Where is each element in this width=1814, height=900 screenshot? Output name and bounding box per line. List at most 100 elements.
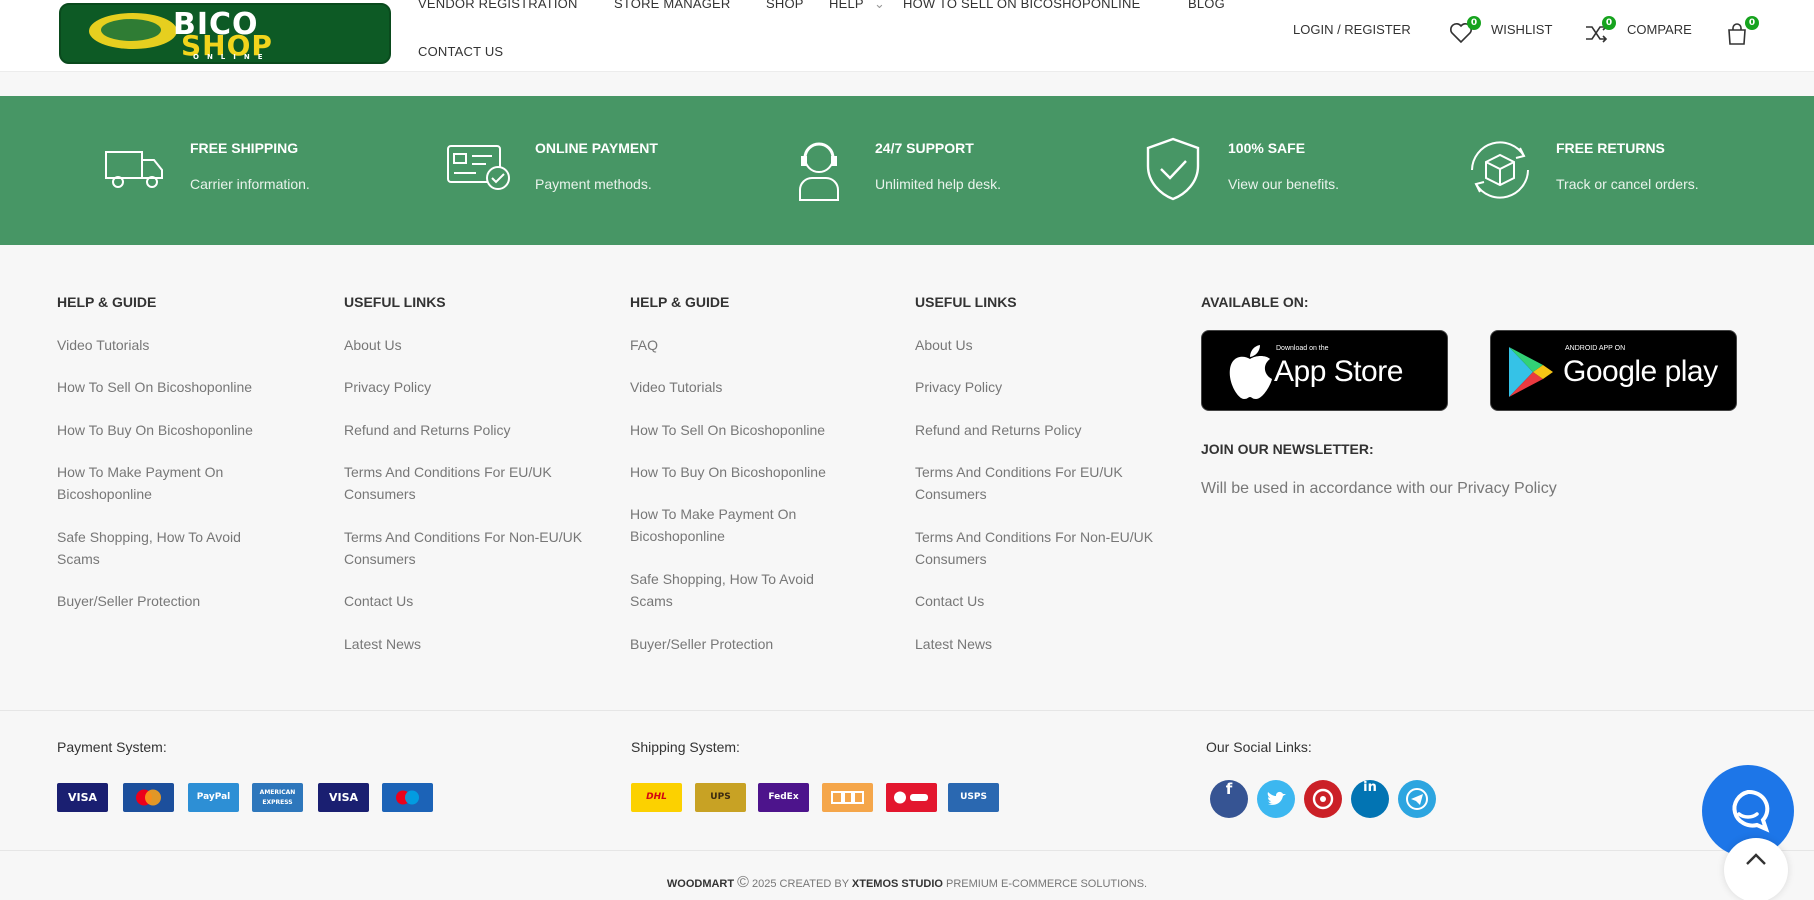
- footer-link[interactable]: About Us: [915, 334, 1165, 356]
- twitter-icon[interactable]: [1257, 780, 1295, 818]
- linkedin-icon[interactable]: in: [1351, 780, 1389, 818]
- copyright-divider: [0, 850, 1814, 851]
- footer-link[interactable]: Terms And Conditions For EU/UK Consumers: [344, 461, 594, 505]
- copyright-symbol: ©: [737, 874, 749, 891]
- column-title-help-guide-2: HELP & GUIDE: [630, 294, 730, 310]
- feature-online-payment[interactable]: ONLINE PAYMENT Payment methods.: [360, 96, 710, 245]
- dhl-icon: DHL: [631, 783, 682, 812]
- feature-title: 100% SAFE: [1228, 140, 1306, 156]
- site-logo[interactable]: BICO SHOP ONLINE: [59, 3, 391, 64]
- app-store-small-text: Download on the: [1276, 345, 1329, 352]
- compare-count-badge: 0: [1602, 16, 1616, 30]
- nav-contact-us[interactable]: CONTACT US: [418, 44, 503, 59]
- feature-free-shipping[interactable]: FREE SHIPPING Carrier information.: [0, 96, 360, 245]
- support-agent-icon: [799, 142, 839, 201]
- footer-link[interactable]: Terms And Conditions For Non-EU/UK Consu…: [344, 526, 594, 570]
- footer-link[interactable]: Contact Us: [344, 590, 594, 612]
- footer-link[interactable]: Privacy Policy: [344, 376, 594, 398]
- pinterest-icon[interactable]: [1304, 780, 1342, 818]
- footer-link[interactable]: How To Make Payment On Bicoshoponline: [57, 461, 257, 505]
- copyright-text: WOODMART © 2025 CREATED BY XTEMOS STUDIO…: [0, 874, 1814, 892]
- feature-title: ONLINE PAYMENT: [535, 140, 658, 156]
- footer-link[interactable]: Safe Shopping, How To Avoid Scams: [630, 568, 860, 612]
- logo-emblem-inner: [101, 19, 161, 41]
- footer-divider: [0, 710, 1814, 711]
- social-links-label: Our Social Links:: [1206, 739, 1312, 755]
- scroll-to-top-button[interactable]: [1724, 838, 1788, 900]
- footer-link[interactable]: Terms And Conditions For Non-EU/UK Consu…: [915, 526, 1165, 570]
- column-title-useful-links: USEFUL LINKS: [344, 294, 446, 310]
- google-play-icon: [1509, 347, 1553, 397]
- payment-system-label: Payment System:: [57, 739, 167, 755]
- telegram-icon[interactable]: [1398, 780, 1436, 818]
- app-store-label: App Store: [1274, 355, 1403, 388]
- newsletter-title: JOIN OUR NEWSLETTER:: [1201, 441, 1374, 457]
- footer-link[interactable]: Latest News: [344, 633, 594, 655]
- footer-link[interactable]: Contact Us: [915, 590, 1165, 612]
- footer-link[interactable]: How To Buy On Bicoshoponline: [630, 461, 870, 483]
- available-on-title: AVAILABLE ON:: [1201, 294, 1309, 310]
- footer-link[interactable]: How To Sell On Bicoshoponline: [630, 419, 870, 441]
- footer-link[interactable]: Buyer/Seller Protection: [630, 633, 870, 655]
- footer-link[interactable]: About Us: [344, 334, 594, 356]
- app-store-button[interactable]: Download on the App Store: [1201, 330, 1448, 411]
- copyright-tail: PREMIUM E-COMMERCE SOLUTIONS.: [946, 878, 1148, 890]
- logo-text-online: ONLINE: [193, 53, 271, 61]
- footer-link[interactable]: Safe Shopping, How To Avoid Scams: [57, 526, 287, 570]
- feature-title: FREE SHIPPING: [190, 140, 299, 156]
- newsletter-text: Will be used in accordance with our Priv…: [1201, 480, 1557, 497]
- compare-link[interactable]: COMPARE: [1627, 22, 1692, 37]
- nav-shop[interactable]: SHOP: [766, 0, 804, 11]
- footer-link[interactable]: Privacy Policy: [915, 376, 1165, 398]
- footer-link[interactable]: How To Sell On Bicoshoponline: [57, 376, 297, 398]
- column-title-useful-links-2: USEFUL LINKS: [915, 294, 1017, 310]
- footer-link[interactable]: Terms And Conditions For EU/UK Consumers: [915, 461, 1165, 505]
- nav-vendor-registration[interactable]: VENDOR REGISTRATION: [418, 0, 578, 11]
- shipping-carrier-icon: [822, 783, 873, 812]
- nav-blog[interactable]: BLOG: [1188, 0, 1225, 11]
- google-play-small-text: ANDROID APP ON: [1565, 345, 1626, 352]
- maestro-icon: [382, 783, 433, 812]
- facebook-icon[interactable]: f: [1210, 780, 1248, 818]
- wishlist-link[interactable]: WISHLIST: [1491, 22, 1552, 37]
- visa-icon-2: VISA: [318, 783, 369, 812]
- copyright-brand[interactable]: WOODMART: [667, 878, 734, 890]
- ups-icon: UPS: [695, 783, 746, 812]
- features-band: FREE SHIPPING Carrier information. ONLIN…: [0, 96, 1814, 245]
- box-return-icon: [1471, 141, 1529, 199]
- login-register-link[interactable]: LOGIN / REGISTER: [1293, 22, 1411, 37]
- mastercard-icon: [123, 783, 174, 812]
- feature-free-returns[interactable]: FREE RETURNS Track or cancel orders.: [1400, 96, 1814, 245]
- feature-subtitle: Carrier information.: [190, 176, 310, 192]
- footer-link[interactable]: Refund and Returns Policy: [915, 419, 1165, 441]
- footer-link[interactable]: How To Buy On Bicoshoponline: [57, 419, 297, 441]
- nav-how-to-sell[interactable]: HOW TO SELL ON BICOSHOPONLINE: [903, 0, 1140, 11]
- footer-link[interactable]: Video Tutorials: [630, 376, 870, 398]
- site-header: BICO SHOP ONLINE VENDOR REGISTRATION STO…: [0, 0, 1814, 72]
- google-play-button[interactable]: ANDROID APP ON Google play: [1490, 330, 1737, 411]
- feature-title: FREE RETURNS: [1556, 140, 1665, 156]
- footer-link[interactable]: FAQ: [630, 334, 870, 356]
- visa-icon: VISA: [57, 783, 108, 812]
- truck-icon: [105, 151, 163, 188]
- chat-bubble-icon: [1732, 789, 1770, 833]
- footer-link[interactable]: Refund and Returns Policy: [344, 419, 594, 441]
- nav-help[interactable]: HELP: [829, 0, 864, 11]
- wishlist-count-badge: 0: [1467, 16, 1481, 30]
- card-check-icon: [447, 145, 510, 190]
- column-title-help-guide: HELP & GUIDE: [57, 294, 157, 310]
- feature-support[interactable]: 24/7 SUPPORT Unlimited help desk.: [710, 96, 1060, 245]
- paypal-icon: PayPal: [188, 783, 239, 812]
- footer-link[interactable]: Buyer/Seller Protection: [57, 590, 297, 612]
- copyright-studio[interactable]: XTEMOS STUDIO: [852, 878, 943, 890]
- footer-link[interactable]: Video Tutorials: [57, 334, 297, 356]
- footer-link[interactable]: Latest News: [915, 633, 1165, 655]
- nav-help-chevron-icon[interactable]: ⌄: [874, 0, 885, 12]
- feature-subtitle: View our benefits.: [1228, 176, 1340, 192]
- footer-link[interactable]: How To Make Payment On Bicoshoponline: [630, 503, 830, 547]
- feature-safe[interactable]: 100% SAFE View our benefits.: [1060, 96, 1400, 245]
- dpd-icon: [886, 783, 937, 812]
- apple-icon: [1229, 345, 1272, 399]
- amex-icon: AMERICAN EXPRESS: [252, 783, 303, 812]
- nav-store-manager[interactable]: STORE MANAGER: [614, 0, 731, 11]
